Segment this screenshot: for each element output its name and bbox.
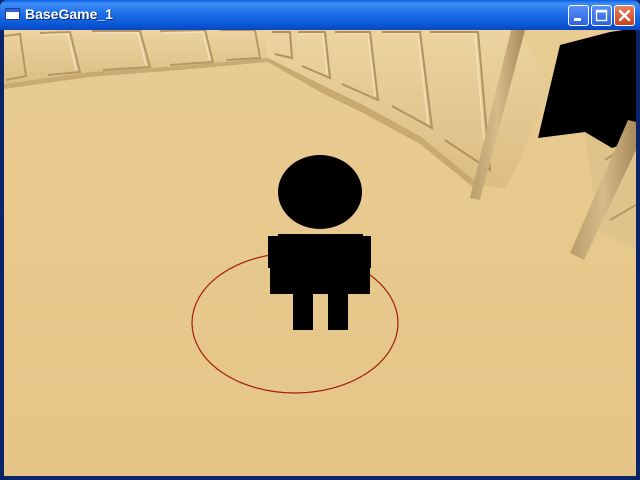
application-window-icon: [5, 8, 20, 20]
game-scene: [4, 30, 636, 476]
game-window: BaseGame_1: [0, 0, 640, 480]
player-arm-left: [270, 238, 284, 294]
player-leg-left: [293, 290, 313, 330]
player-arm-right: [357, 238, 370, 294]
close-button[interactable]: [614, 5, 635, 26]
player-leg-right: [328, 290, 348, 330]
minimize-icon: [574, 18, 581, 21]
maximize-button[interactable]: [591, 5, 612, 26]
minimize-button[interactable]: [568, 5, 589, 26]
game-viewport[interactable]: [4, 30, 636, 476]
player-torso: [278, 234, 363, 294]
close-icon: [618, 9, 631, 22]
maximize-icon: [595, 9, 608, 22]
player-head: [278, 155, 362, 229]
title-bar[interactable]: BaseGame_1: [0, 0, 640, 30]
window-title: BaseGame_1: [25, 6, 113, 22]
